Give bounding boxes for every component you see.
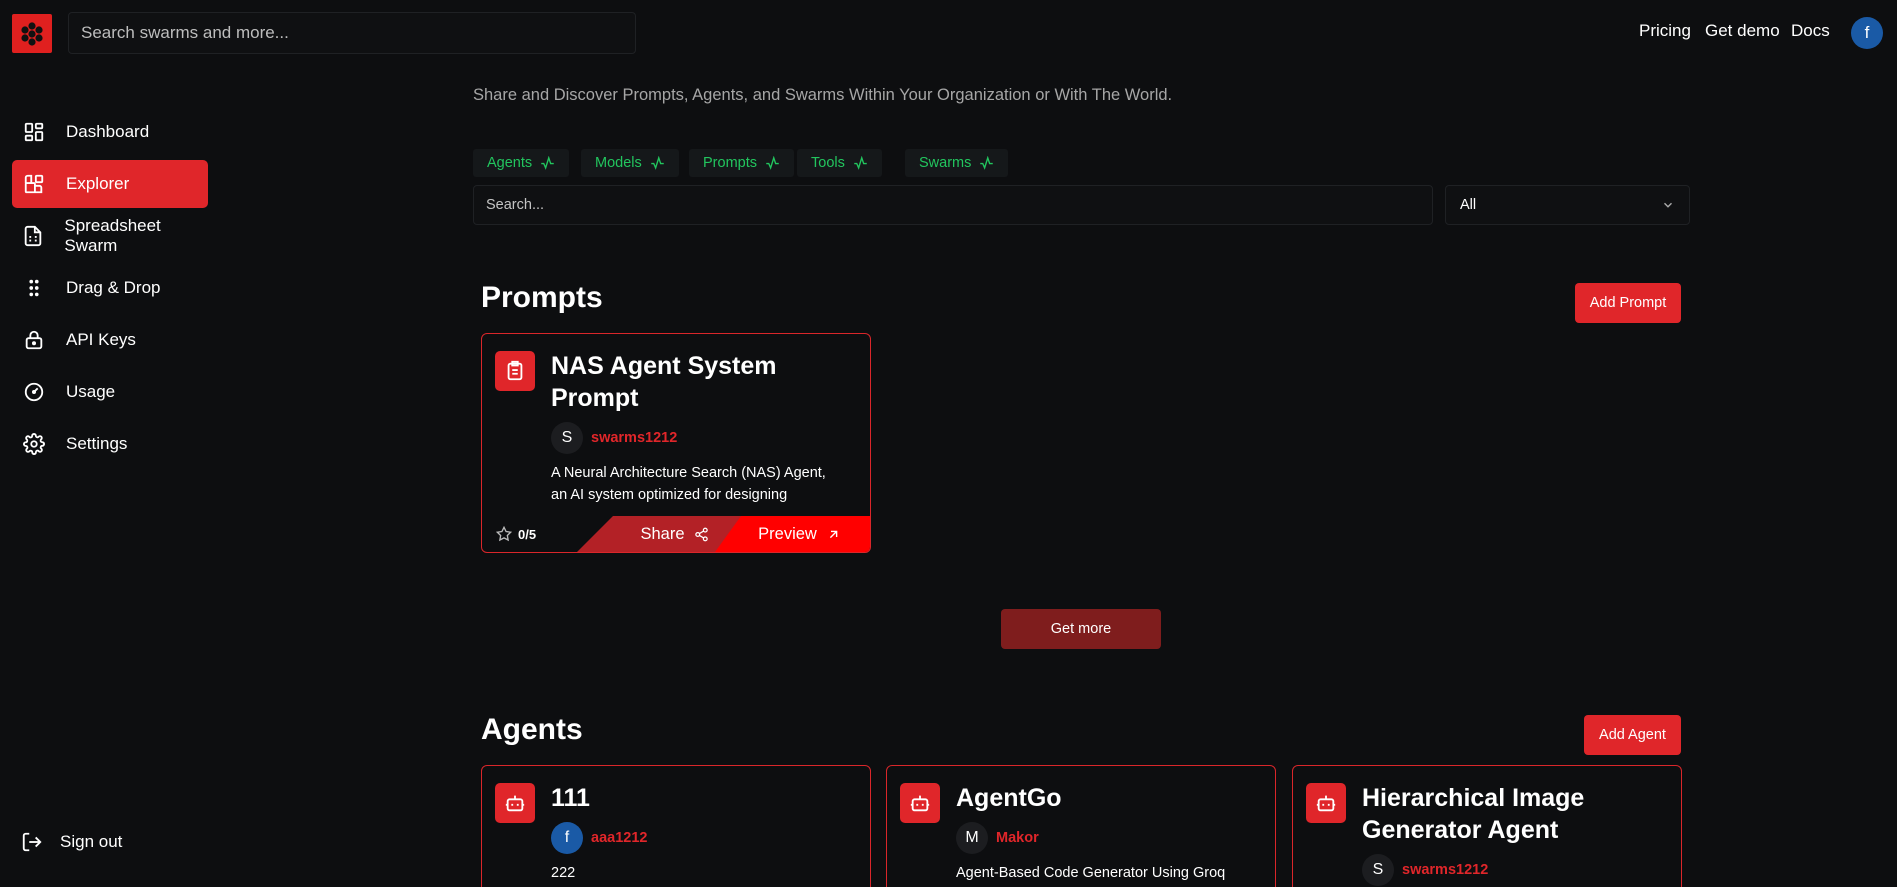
tab-label: Models: [595, 155, 642, 171]
sidebar-item-label: API Keys: [66, 330, 136, 349]
sidebar-item-api-keys[interactable]: API Keys: [12, 316, 208, 364]
chevron-down-icon: [1664, 202, 1672, 208]
agent-card-title[interactable]: 111: [551, 782, 851, 814]
tab-label: Tools: [811, 155, 845, 171]
bot-icon: [495, 783, 535, 823]
nav-get-demo[interactable]: Get demo: [1705, 21, 1780, 41]
select-value: All: [1460, 197, 1477, 213]
add-agent-button[interactable]: Add Agent: [1584, 715, 1681, 755]
sidebar-item-dashboard[interactable]: Dashboard: [12, 108, 208, 156]
tab-agents[interactable]: Agents: [473, 149, 570, 177]
sidebar-item-settings[interactable]: Settings: [12, 420, 208, 468]
sign-out-button[interactable]: Sign out: [10, 818, 206, 866]
bot-icon: [900, 783, 940, 823]
sidebar-item-label: Drag & Drop: [66, 278, 161, 297]
agent-card-description: Agent-Based Code Generator Using Groq: [956, 865, 1226, 881]
author-name[interactable]: aaa1212: [591, 830, 647, 846]
prompt-card-title[interactable]: NAS Agent System Prompt: [551, 350, 851, 414]
add-prompt-button[interactable]: Add Prompt: [1575, 283, 1681, 323]
agent-card-title[interactable]: AgentGo: [956, 782, 1256, 814]
tab-label: Swarms: [919, 155, 972, 171]
prompt-card-rating[interactable]: 0/5: [496, 526, 536, 542]
sidebar-item-drag-drop[interactable]: Drag & Drop: [12, 264, 208, 312]
logo-icon: [21, 21, 43, 46]
tab-swarms[interactable]: Swarms: [905, 149, 1009, 177]
lock-icon: [22, 328, 46, 352]
sidebar-item-label: Spreadsheet Swarm: [64, 216, 161, 255]
prompt-card-author[interactable]: S swarms1212: [551, 422, 677, 454]
arrow-up-right-icon: [829, 530, 838, 538]
tab-label: Agents: [487, 155, 533, 171]
agent-card-description: 222: [551, 865, 576, 881]
global-search-input[interactable]: [68, 12, 636, 54]
drag-dots-icon: [22, 276, 46, 300]
tab-prompts[interactable]: Prompts: [689, 149, 794, 177]
sidebar-item-label: Explorer: [66, 174, 130, 193]
swarms-logo[interactable]: [12, 14, 52, 53]
author-avatar: S: [1362, 854, 1394, 886]
prompt-card-description: A Neural Architecture Search (NAS) Agent…: [551, 465, 826, 503]
spreadsheet-icon: [22, 224, 44, 248]
page-tagline: Share and Discover Prompts, Agents, and …: [473, 86, 1173, 104]
activity-icon: [980, 155, 994, 170]
explorer-icon: [22, 172, 46, 196]
clipboard-icon: [495, 351, 535, 391]
sidebar-item-label: Settings: [66, 434, 128, 453]
agent-card-author[interactable]: S swarms1212: [1362, 854, 1488, 886]
agent-card-author[interactable]: M Makor: [956, 822, 1039, 854]
preview-button[interactable]: Preview: [715, 516, 870, 552]
agents-section-title: Agents: [481, 713, 583, 746]
agent-card-author[interactable]: f aaa1212: [551, 822, 647, 854]
share-button[interactable]: Share: [577, 516, 742, 552]
author-name[interactable]: swarms1212: [591, 430, 677, 446]
activity-icon: [854, 155, 867, 170]
nav-docs[interactable]: Docs: [1791, 21, 1830, 41]
user-avatar[interactable]: f: [1851, 17, 1883, 49]
sidebar-item-spreadsheet-swarm[interactable]: Spreadsheet Swarm: [12, 212, 208, 260]
agent-card[interactable]: AgentGo M Makor Agent-Based Code Generat…: [886, 765, 1276, 887]
gear-icon: [22, 432, 46, 456]
activity-icon: [766, 155, 779, 170]
author-avatar: f: [551, 822, 583, 854]
author-name[interactable]: Makor: [996, 830, 1039, 846]
dashboard-icon: [22, 120, 46, 144]
agent-card-title[interactable]: Hierarchical Image Generator Agent: [1362, 782, 1662, 846]
sidebar-item-usage[interactable]: Usage: [12, 368, 208, 416]
tab-models[interactable]: Models: [581, 149, 679, 177]
rating-value: 0/5: [518, 526, 537, 542]
star-icon: [496, 526, 512, 542]
sidebar-item-label: Dashboard: [66, 122, 150, 141]
author-name[interactable]: swarms1212: [1402, 862, 1488, 878]
top-bar: Pricing Get demo Docs f: [0, 0, 1897, 64]
agent-card[interactable]: 111 f aaa1212 222: [481, 765, 871, 887]
category-select[interactable]: All: [1445, 185, 1690, 225]
tab-tools[interactable]: Tools: [797, 149, 882, 177]
prompt-card[interactable]: NAS Agent System Prompt S swarms1212 A N…: [481, 333, 871, 553]
sign-out-icon: [20, 830, 44, 854]
tab-label: Prompts: [703, 155, 757, 171]
sidebar-item-label: Usage: [66, 382, 116, 401]
share-icon: [694, 527, 709, 542]
author-avatar: S: [551, 422, 583, 454]
explorer-search-input[interactable]: [473, 185, 1433, 225]
bot-icon: [1306, 783, 1346, 823]
get-more-button[interactable]: Get more: [1001, 609, 1161, 649]
preview-label: Preview: [758, 524, 817, 543]
agent-card[interactable]: Hierarchical Image Generator Agent S swa…: [1292, 765, 1682, 887]
sidebar-item-explorer[interactable]: Explorer: [12, 160, 208, 208]
author-avatar: M: [956, 822, 988, 854]
gauge-icon: [22, 380, 46, 404]
nav-pricing[interactable]: Pricing: [1639, 21, 1691, 41]
activity-icon: [541, 155, 554, 170]
sign-out-label: Sign out: [60, 832, 123, 851]
activity-icon: [651, 155, 664, 170]
prompts-section-title: Prompts: [481, 281, 603, 314]
share-label: Share: [640, 524, 685, 543]
